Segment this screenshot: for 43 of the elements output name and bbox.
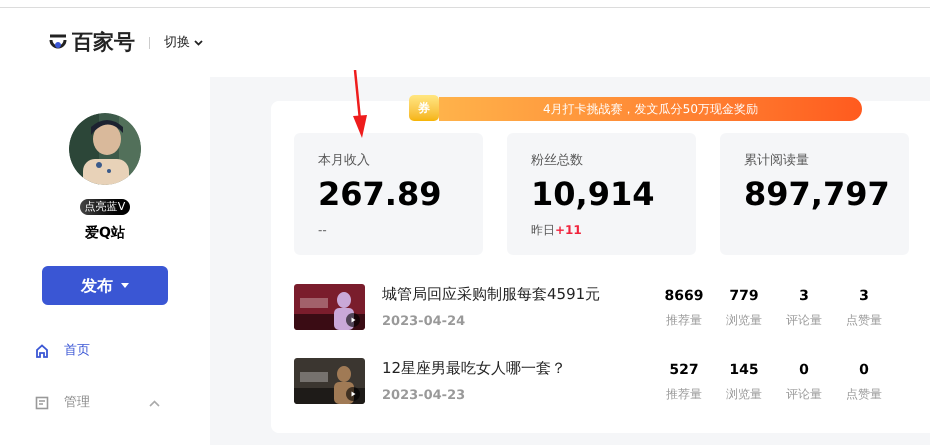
metric-value: 0 bbox=[859, 360, 869, 380]
metric-value: 3 bbox=[859, 286, 869, 306]
nav-item[interactable]: 管理 bbox=[0, 377, 210, 429]
stat-note: 昨日+11 bbox=[531, 222, 583, 238]
article-date: 2023-04-24 bbox=[382, 312, 466, 330]
stat-value: 10,914 bbox=[531, 174, 656, 214]
document-icon bbox=[35, 396, 49, 410]
metric-value: 145 bbox=[729, 360, 759, 380]
metric-value: 3 bbox=[799, 286, 809, 306]
metric-label: 浏览量 bbox=[726, 312, 762, 328]
play-icon[interactable] bbox=[346, 313, 360, 327]
coupon-icon: 券 bbox=[409, 95, 439, 121]
stat-value: 897,797 bbox=[744, 174, 891, 214]
stat-label: 本月收入 bbox=[318, 152, 371, 170]
metric-label: 浏览量 bbox=[726, 386, 762, 402]
chevron-down-icon bbox=[194, 40, 203, 46]
metric-value: 0 bbox=[799, 360, 809, 380]
metric-label: 点赞量 bbox=[846, 386, 882, 402]
publish-button[interactable]: 发布 bbox=[42, 266, 168, 305]
metric-value: 527 bbox=[669, 360, 699, 380]
caret-icon bbox=[121, 283, 129, 288]
metric-label: 点赞量 bbox=[846, 312, 882, 328]
stat-value: 267.89 bbox=[318, 174, 442, 214]
article-title[interactable]: 城管局回应采购制服每套4591元 bbox=[382, 283, 654, 306]
logo-text: 百家号 bbox=[72, 28, 135, 56]
metric-value: 8669 bbox=[664, 286, 704, 306]
metric-label: 评论量 bbox=[786, 386, 822, 402]
home-icon bbox=[35, 344, 49, 358]
stat-label: 累计阅读量 bbox=[744, 152, 810, 170]
metric-label: 推荐量 bbox=[666, 386, 702, 402]
verify-badge[interactable]: 点亮蓝V bbox=[80, 199, 130, 215]
metric-label: 推荐量 bbox=[666, 312, 702, 328]
article-title[interactable]: 12星座男最吃女人哪一套？ bbox=[382, 357, 654, 380]
metric-label: 评论量 bbox=[786, 312, 822, 328]
article-date: 2023-04-23 bbox=[382, 386, 466, 404]
username: 爱Q站 bbox=[85, 224, 125, 243]
metric-value: 779 bbox=[729, 286, 759, 306]
nav-item[interactable]: 首页 bbox=[0, 325, 210, 377]
switch-dropdown[interactable]: 切换 bbox=[164, 32, 203, 52]
stat-label: 粉丝总数 bbox=[531, 152, 584, 170]
stat-note: -- bbox=[318, 222, 328, 238]
play-icon[interactable] bbox=[346, 387, 360, 401]
arrow-annotation bbox=[350, 70, 370, 140]
